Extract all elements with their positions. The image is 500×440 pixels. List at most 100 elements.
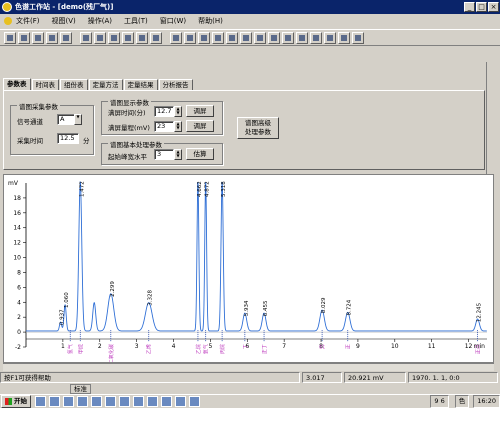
quick-launch-icon[interactable] bbox=[105, 396, 116, 407]
channel-dropdown-icon[interactable]: ▼ bbox=[74, 114, 82, 125]
ime-indicator[interactable]: 标准 bbox=[70, 384, 91, 394]
app-tray-label[interactable]: 色 bbox=[454, 395, 470, 408]
menu-help[interactable]: 帮助(H) bbox=[198, 16, 223, 26]
acquisition-group-label: 谱图采集参数 bbox=[17, 101, 60, 111]
app-icon bbox=[2, 2, 12, 12]
x-tick-label: 12 bbox=[465, 343, 473, 350]
menu-action[interactable]: 操作(A) bbox=[88, 16, 112, 26]
adjust-time-button[interactable]: 调屏 bbox=[186, 105, 214, 117]
open-icon[interactable] bbox=[18, 32, 30, 44]
y-tick-label: 2 bbox=[17, 314, 21, 321]
display-range-label: 满屏量程(mV) bbox=[108, 124, 150, 132]
chromatogram-area[interactable]: -2 0 2 4 6 8 10 12 14 16 18 mV 1 2 3 4 5 6 7 8 9 10 11 12 min 0.9… bbox=[3, 174, 494, 364]
stop-icon[interactable] bbox=[60, 32, 72, 44]
peak-icon[interactable] bbox=[198, 32, 210, 44]
quick-launch bbox=[35, 396, 203, 407]
preview-icon[interactable] bbox=[122, 32, 134, 44]
zoom-out-icon[interactable] bbox=[184, 32, 196, 44]
display-time-spinner[interactable]: ▲ ▼ bbox=[174, 106, 182, 117]
component-name: 氢气 bbox=[67, 344, 74, 354]
exit-icon[interactable] bbox=[352, 32, 364, 44]
window-title: 色谱工作站 - [demo(残厂气)] bbox=[15, 3, 114, 11]
color-icon[interactable] bbox=[338, 32, 350, 44]
save-icon[interactable] bbox=[32, 32, 44, 44]
peak-rt-label: 3.328 bbox=[148, 290, 154, 306]
channel-select[interactable]: A bbox=[57, 114, 75, 125]
y-tick-label: -2 bbox=[15, 344, 21, 351]
start-button[interactable]: 开始 bbox=[1, 395, 31, 408]
quick-launch-icon[interactable] bbox=[175, 396, 186, 407]
run-icon[interactable] bbox=[94, 32, 106, 44]
menu-bar: 文件(F) 视图(V) 操作(A) 工具(T) 窗口(W) 帮助(H) bbox=[0, 14, 500, 28]
maximize-button[interactable]: □ bbox=[476, 2, 487, 12]
baseline-icon[interactable] bbox=[212, 32, 224, 44]
peak-width-spinner[interactable]: ▲ ▼ bbox=[174, 149, 182, 160]
y-tick-label: 10 bbox=[13, 255, 21, 262]
y-tick-label: 8 bbox=[17, 269, 21, 276]
report-icon[interactable] bbox=[136, 32, 148, 44]
component-name: 异 bbox=[320, 344, 326, 349]
label-icon[interactable] bbox=[324, 32, 336, 44]
chromatogram-chart: -2024681012141618mV1 2 3 4 5 6 7 8 9 10 11 12 min0.9… bbox=[8, 180, 487, 364]
page-background bbox=[0, 408, 500, 440]
quick-launch-icon[interactable] bbox=[119, 396, 130, 407]
zoom-icon[interactable] bbox=[170, 32, 182, 44]
quick-launch-icon[interactable] bbox=[147, 396, 158, 407]
compare-icon[interactable] bbox=[296, 32, 308, 44]
display-range-field[interactable]: 23 bbox=[154, 121, 174, 132]
menu-tools[interactable]: 工具(T) bbox=[124, 16, 148, 26]
x-tick-label: 7 bbox=[282, 343, 286, 350]
pointer-icon[interactable] bbox=[150, 32, 162, 44]
menu-window[interactable]: 窗口(W) bbox=[160, 16, 186, 26]
estimate-button[interactable]: 估算 bbox=[186, 148, 214, 160]
axis-icon[interactable] bbox=[310, 32, 322, 44]
peak-rt-label: 6.455 bbox=[263, 300, 269, 316]
peak-width-field[interactable]: 3 bbox=[154, 149, 174, 160]
quick-launch-icon[interactable] bbox=[35, 396, 46, 407]
peak-rt-label: 4.872 bbox=[205, 181, 211, 197]
quick-launch-icon[interactable] bbox=[161, 396, 172, 407]
quick-launch-icon[interactable] bbox=[63, 396, 74, 407]
pause-icon[interactable] bbox=[80, 32, 92, 44]
quick-launch-icon[interactable] bbox=[133, 396, 144, 407]
adjust-range-button[interactable]: 调屏 bbox=[186, 120, 214, 132]
x-tick-label: 1 bbox=[61, 343, 65, 350]
advanced-params-button[interactable]: 谱图高级 处理参数 bbox=[237, 117, 279, 139]
taskbar: 开始 9 6 色 16:20 bbox=[0, 394, 500, 408]
component-name: 正 bbox=[346, 344, 352, 349]
chromatogram-trace bbox=[26, 180, 487, 332]
peak-rt-label: 0.937 bbox=[60, 309, 66, 325]
tray-badge[interactable]: 9 6 bbox=[430, 395, 449, 408]
menu-file[interactable]: 文件(F) bbox=[16, 16, 40, 26]
new-icon[interactable] bbox=[4, 32, 16, 44]
component-name: 正己 bbox=[476, 344, 482, 354]
horizontal-scrollbar[interactable] bbox=[3, 363, 494, 371]
integrate-icon[interactable] bbox=[226, 32, 238, 44]
table-icon[interactable] bbox=[282, 32, 294, 44]
display-group: 谱图显示参数 满屏时间(分) 12.7 ▲ ▼ 调屏 满屏量程(mV) 23 ▲ ▼… bbox=[101, 97, 223, 135]
merge-icon[interactable] bbox=[254, 32, 266, 44]
record-icon[interactable] bbox=[46, 32, 58, 44]
display-range-spinner[interactable]: ▲ ▼ bbox=[174, 121, 182, 132]
acq-time-field[interactable]: 12.5 bbox=[57, 133, 79, 144]
quick-launch-icon[interactable] bbox=[77, 396, 88, 407]
x-tick-label: 10 bbox=[391, 343, 399, 350]
quick-launch-icon[interactable] bbox=[49, 396, 60, 407]
x-tick-label: 3 bbox=[135, 343, 139, 350]
display-time-field[interactable]: 12.7 bbox=[154, 106, 174, 117]
quick-launch-icon[interactable] bbox=[189, 396, 200, 407]
menu-view[interactable]: 视图(V) bbox=[52, 16, 76, 26]
x-tick-label: 9 bbox=[356, 343, 360, 350]
print-icon[interactable] bbox=[108, 32, 120, 44]
vertical-scrollbar[interactable] bbox=[486, 62, 496, 174]
split-icon[interactable] bbox=[240, 32, 252, 44]
peak-rt-label: 1.472 bbox=[79, 181, 85, 197]
peak-rt-label: 8.029 bbox=[321, 297, 327, 313]
close-button[interactable]: × bbox=[488, 2, 499, 12]
quick-launch-icon[interactable] bbox=[91, 396, 102, 407]
component-name: 二氧化碳 bbox=[108, 344, 115, 362]
calibrate-icon[interactable] bbox=[268, 32, 280, 44]
peak-width-label: 起始峰宽水平 bbox=[108, 153, 147, 161]
peak-rt-label: 8.724 bbox=[347, 299, 353, 315]
minimize-button[interactable]: _ bbox=[464, 2, 475, 12]
